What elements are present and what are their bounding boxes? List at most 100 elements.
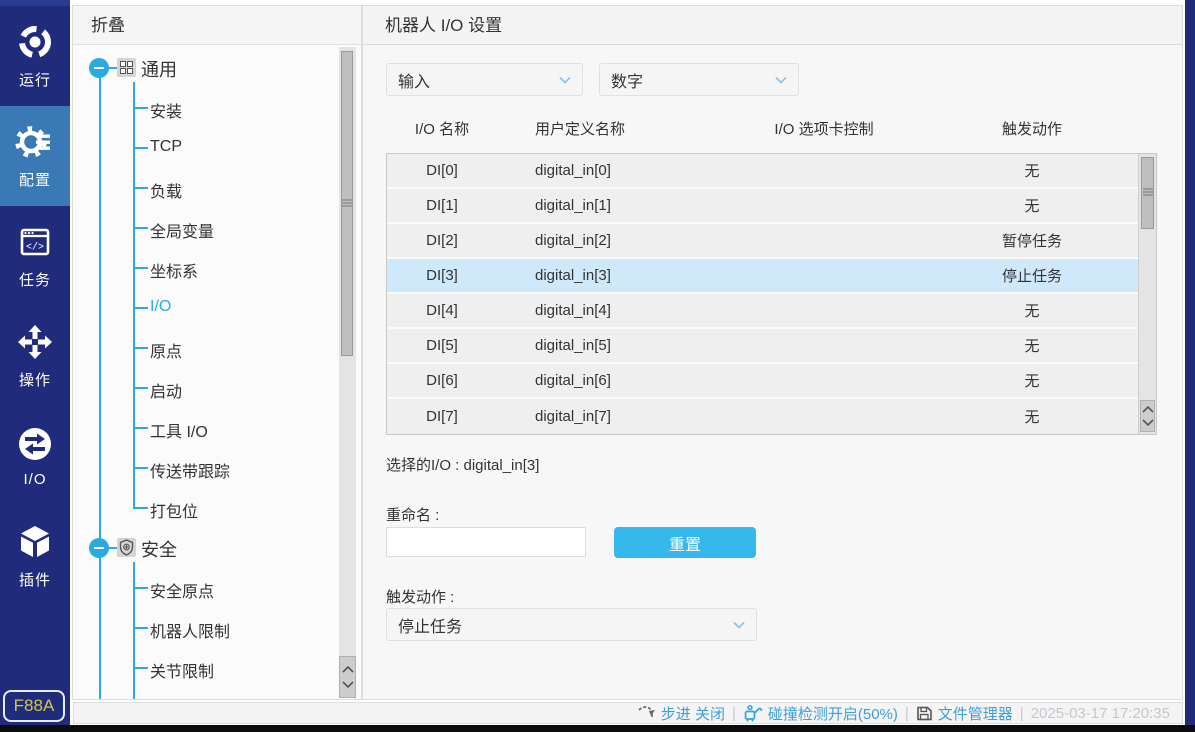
tree-connector <box>133 267 148 269</box>
tree-item-1-1[interactable]: 机器人限制 <box>150 618 230 642</box>
status-timestamp: 2025-03-17 17:20:35 <box>1031 705 1170 722</box>
tree-item-1-2[interactable]: 关节限制 <box>150 658 214 682</box>
step-mode-status[interactable]: 步进 关闭 <box>637 703 725 724</box>
tree-scrollbar-track[interactable] <box>339 47 356 698</box>
tree-connector <box>133 107 148 109</box>
selected-io-label: 选择的I/O : digital_in[3] <box>386 454 539 475</box>
file-manager-status[interactable]: 文件管理器 <box>916 703 1013 724</box>
cell-trigger-action: 无 <box>926 335 1138 356</box>
chevron-down-icon <box>775 76 787 84</box>
table-row[interactable]: DI[0]digital_in[0]无 <box>387 154 1138 189</box>
io-table: DI[0]digital_in[0]无DI[1]digital_in[1]无DI… <box>386 153 1157 435</box>
scroll-up-icon[interactable] <box>342 666 354 673</box>
tree-connector <box>133 467 148 469</box>
tree-item-0-9[interactable]: 传送带跟踪 <box>150 458 230 482</box>
cell-io-name: DI[3] <box>387 267 497 284</box>
table-scroll-buttons[interactable] <box>1140 400 1155 432</box>
tree-scrollbar-thumb[interactable] <box>341 51 353 356</box>
sidebar-item-4[interactable]: I/O <box>0 406 70 506</box>
tree-body: 通用安装 TCP 负载全局变量坐标系 I/O 原点启动工具 I/O 传送带跟踪打包位安全安… <box>73 46 361 699</box>
table-row[interactable]: DI[5]digital_in[5]无 <box>387 329 1138 364</box>
tree-item-0-0[interactable]: 安装 <box>150 98 182 122</box>
tree-section-0[interactable]: 通用 <box>141 56 177 82</box>
column-header: I/O 选项卡控制 <box>722 118 926 139</box>
tree-item-0-8[interactable]: 工具 I/O <box>150 418 208 442</box>
sidebar-item-3[interactable]: 操作 <box>0 306 70 406</box>
config-icon <box>15 122 55 162</box>
sidebar-item-label: 运行 <box>19 69 51 90</box>
cell-trigger-action: 无 <box>926 406 1138 427</box>
scroll-down-icon[interactable] <box>342 681 354 688</box>
sidebar-item-label: 配置 <box>19 169 51 190</box>
cell-trigger-action: 无 <box>926 300 1138 321</box>
table-row[interactable]: DI[2]digital_in[2] 暂停任务 <box>387 224 1138 259</box>
tree-item-0-3[interactable]: 全局变量 <box>150 218 214 242</box>
separator: | <box>905 705 909 722</box>
io-direction-dropdown[interactable]: 输入 <box>386 63 583 96</box>
device-badge[interactable]: F88A <box>3 690 65 722</box>
file-manager-icon <box>916 705 933 722</box>
scroll-down-icon[interactable] <box>1142 419 1154 426</box>
scroll-up-icon[interactable] <box>1142 406 1154 413</box>
tree-branch-line <box>133 562 135 699</box>
step-mode-label: 步进 关闭 <box>661 703 725 724</box>
sidebar-item-2[interactable]: </>任务 <box>0 206 70 306</box>
reset-button[interactable]: 重置 <box>614 527 756 558</box>
tree-collapse-node[interactable] <box>89 58 109 78</box>
tree-connector <box>133 347 148 349</box>
tree-item-0-7[interactable]: 启动 <box>150 378 182 402</box>
trigger-action-label: 触发动作 : <box>386 586 454 607</box>
tree-collapse-node[interactable] <box>89 538 109 558</box>
tree-item-0-2[interactable]: 负载 <box>150 178 182 202</box>
tree-item-0-6[interactable]: 原点 <box>150 338 182 362</box>
task-icon: </> <box>15 222 55 262</box>
table-row[interactable]: DI[6]digital_in[6]无 <box>387 364 1138 399</box>
svg-text:</>: </> <box>26 242 44 254</box>
table-row[interactable]: DI[7]digital_in[7] 无 <box>387 399 1138 434</box>
cell-user-name: digital_in[7] <box>497 408 722 425</box>
tree-item-1-0[interactable]: 安全原点 <box>150 578 214 602</box>
tree-item-0-10[interactable]: 打包位 <box>150 498 198 522</box>
tree-item-0-1[interactable]: TCP <box>150 138 182 156</box>
sidebar: 运行配置 </>任务操作I/O插件 F88A <box>0 0 70 725</box>
sidebar-item-5[interactable]: 插件 <box>0 506 70 606</box>
rename-label: 重命名 : <box>386 504 439 525</box>
tree-root-line <box>99 68 101 699</box>
cell-trigger-action: 暂停任务 <box>926 230 1138 251</box>
sidebar-item-0[interactable]: 运行 <box>0 6 70 106</box>
tree-section-1[interactable]: 安全 <box>141 536 177 562</box>
cell-user-name: digital_in[6] <box>497 372 722 389</box>
tree-scroll-buttons[interactable] <box>339 656 356 698</box>
cell-user-name: digital_in[0] <box>497 162 722 179</box>
step-arrow-icon <box>637 705 656 721</box>
tree-connector <box>133 187 148 189</box>
cell-trigger-action: 无 <box>926 160 1138 181</box>
tree-collapse-header[interactable]: 折叠 <box>73 6 361 45</box>
table-row[interactable]: DI[1]digital_in[1]无 <box>387 189 1138 224</box>
sidebar-item-1[interactable]: 配置 <box>0 106 70 206</box>
table-row[interactable]: DI[4]digital_in[4]无 <box>387 294 1138 329</box>
panel-title: 机器人 I/O 设置 <box>363 6 1182 45</box>
grid-icon <box>117 58 136 77</box>
cell-io-name: DI[7] <box>387 408 497 425</box>
trigger-action-dropdown[interactable]: 停止任务 <box>386 608 757 641</box>
column-header: 用户定义名称 <box>497 118 722 139</box>
table-row[interactable]: DI[3]digital_in[3]停止任务 <box>387 259 1138 294</box>
table-scrollbar-thumb[interactable] <box>1141 157 1154 229</box>
rename-input[interactable] <box>386 527 586 557</box>
cell-io-name: DI[2] <box>387 232 497 249</box>
cell-user-name: digital_in[2] <box>497 232 722 249</box>
window-right-border <box>1185 0 1195 725</box>
cell-io-name: DI[4] <box>387 302 497 319</box>
shield-icon <box>117 538 136 557</box>
tree-item-0-5[interactable]: I/O <box>150 298 171 316</box>
file-manager-label: 文件管理器 <box>938 703 1013 724</box>
table-column-headers: I/O 名称用户定义名称I/O 选项卡控制触发动作 <box>387 118 1138 139</box>
collision-detect-status[interactable]: 碰撞检测开启(50%) <box>743 703 898 724</box>
collision-detect-label: 碰撞检测开启(50%) <box>768 703 898 724</box>
tree-item-0-4[interactable]: 坐标系 <box>150 258 198 282</box>
chevron-down-icon <box>733 621 745 629</box>
tree-connector <box>133 587 148 589</box>
io-type-dropdown[interactable]: 数字 <box>599 63 799 96</box>
table-scrollbar-track[interactable] <box>1138 154 1156 434</box>
